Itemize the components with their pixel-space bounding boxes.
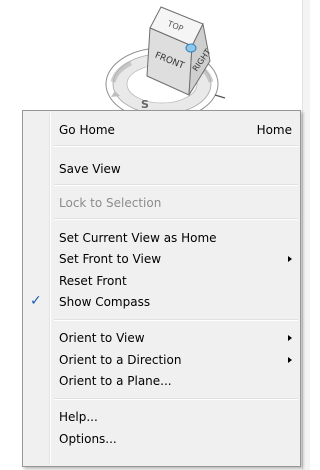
menu-item-go-home[interactable]: Go Home Home	[25, 120, 298, 140]
viewcube[interactable]: S TOP FRONT RIGHT	[95, 0, 290, 125]
menu-separator	[54, 398, 298, 400]
menu-item-label: Lock to Selection	[59, 196, 162, 210]
cube-corner-highlight-icon	[185, 43, 197, 53]
menu-item-orient-to-view[interactable]: Orient to View	[25, 328, 298, 348]
menu-item-shortcut: Home	[256, 123, 292, 137]
menu-item-label: Options...	[59, 432, 117, 446]
menu-item-label: Orient to a Direction	[59, 353, 182, 367]
menu-item-save-view[interactable]: Save View	[25, 159, 298, 179]
menu-item-label: Orient to View	[59, 331, 145, 345]
menu-separator	[54, 319, 298, 321]
menu-item-label: Orient to a Plane...	[59, 374, 172, 388]
menu-item-label: Set Current View as Home	[59, 231, 217, 245]
menu-item-label: Reset Front	[59, 274, 127, 288]
menu-item-label: Go Home	[59, 123, 115, 137]
menu-separator	[54, 145, 298, 147]
checkmark-icon: ✓	[30, 293, 42, 309]
menu-separator	[54, 218, 298, 220]
submenu-arrow-icon	[288, 335, 292, 341]
menu-item-help[interactable]: Help...	[25, 407, 298, 427]
menu-item-lock-to-selection[interactable]: Lock to Selection	[25, 193, 298, 213]
menu-item-label: Save View	[59, 162, 121, 176]
compass-tick-icon	[214, 94, 226, 99]
menu-item-label: Help...	[59, 410, 98, 424]
menu-item-orient-to-a-direction[interactable]: Orient to a Direction	[25, 350, 298, 370]
viewcube-context-menu: Go Home Home Save View Lock to Selection…	[22, 110, 301, 467]
menu-item-label: Show Compass	[59, 295, 151, 309]
menu-item-options[interactable]: Options...	[25, 429, 298, 449]
menu-item-label: Set Front to View	[59, 252, 162, 266]
submenu-arrow-icon	[288, 357, 292, 363]
submenu-arrow-icon	[288, 256, 292, 262]
menu-item-set-front-to-view[interactable]: Set Front to View	[25, 249, 298, 269]
menu-item-reset-front[interactable]: Reset Front	[25, 271, 298, 291]
menu-item-set-current-view-as-home[interactable]: Set Current View as Home	[25, 228, 298, 248]
menu-item-show-compass[interactable]: ✓ Show Compass	[25, 292, 298, 312]
menu-separator	[54, 184, 298, 186]
viewport-right-edge	[302, 0, 310, 470]
menu-item-orient-to-a-plane[interactable]: Orient to a Plane...	[25, 371, 298, 391]
